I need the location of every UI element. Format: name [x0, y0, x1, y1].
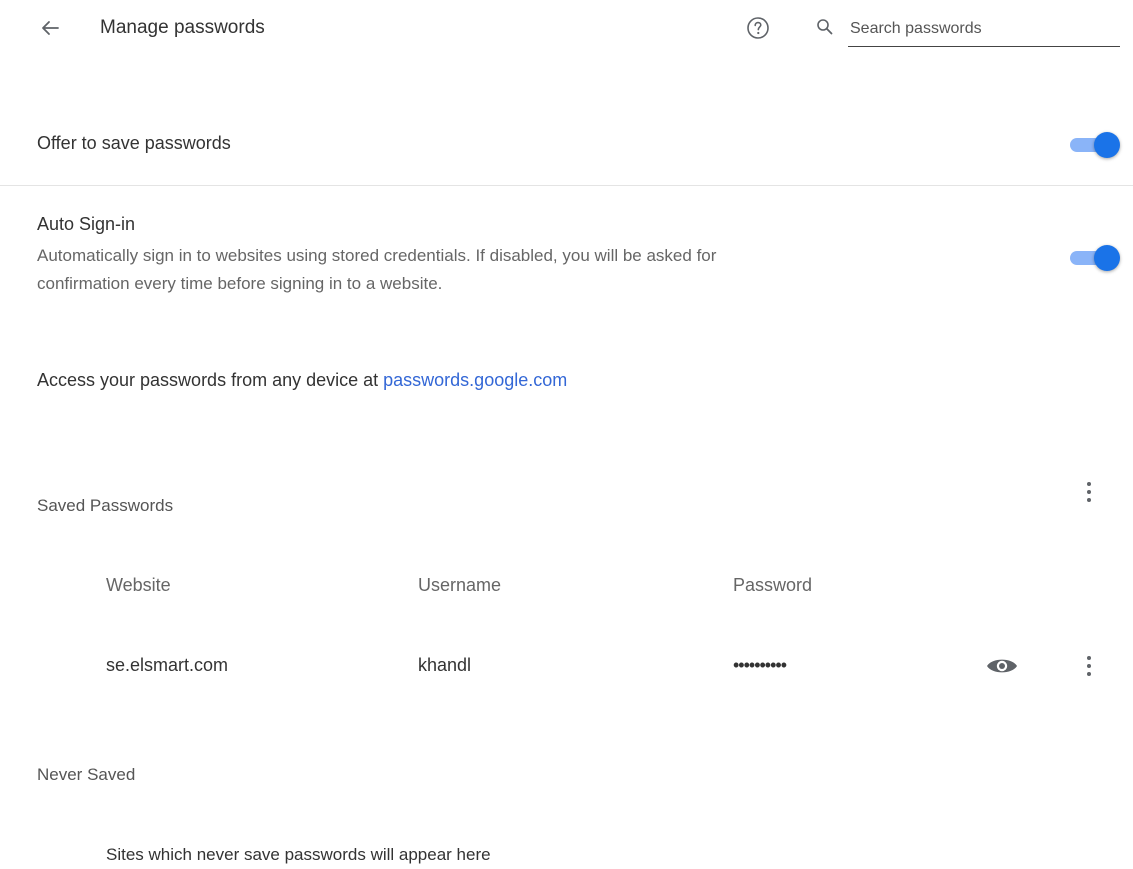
toggle-knob [1094, 245, 1120, 271]
saved-passwords-more-button[interactable] [1077, 478, 1101, 506]
help-circle-icon [747, 17, 769, 39]
never-saved-heading: Never Saved [37, 765, 136, 784]
access-passwords-prefix: Access your passwords from any device at [37, 370, 384, 390]
never-saved-empty-message: Sites which never save passwords will ap… [106, 845, 491, 864]
show-password-button[interactable] [985, 652, 1019, 680]
divider [0, 185, 1133, 186]
eye-icon [987, 659, 1017, 673]
search-input[interactable] [848, 12, 1120, 47]
back-button[interactable] [36, 14, 64, 42]
column-header-password: Password [733, 575, 813, 595]
toggle-knob [1094, 132, 1120, 158]
row-website-link[interactable]: se.elsmart.com [106, 655, 228, 676]
help-button[interactable] [746, 16, 770, 40]
row-username: khandl [418, 655, 472, 675]
auto-signin-description-line2: confirmation every time before signing i… [37, 274, 443, 293]
offer-to-save-label: Offer to save passwords [37, 133, 231, 153]
column-header-username: Username [418, 575, 502, 595]
auto-signin-description-line1: Automatically sign in to websites using … [37, 246, 717, 265]
auto-signin-description: Automatically sign in to websites using … [37, 242, 937, 298]
more-vert-icon [1087, 656, 1091, 676]
row-more-button[interactable] [1077, 652, 1101, 680]
column-header-website: Website [106, 575, 171, 595]
page-title: Manage passwords [100, 17, 265, 38]
saved-passwords-heading: Saved Passwords [37, 496, 174, 515]
offer-to-save-toggle[interactable] [1068, 132, 1120, 158]
auto-signin-label: Auto Sign-in [37, 214, 136, 234]
search-icon [817, 19, 833, 35]
search-box[interactable] [816, 12, 1120, 48]
row-password: •••••••••• [733, 655, 787, 675]
passwords-google-link[interactable]: passwords.google.com [383, 370, 567, 390]
more-vert-icon [1087, 482, 1091, 502]
auto-signin-toggle[interactable] [1068, 245, 1120, 271]
access-passwords-text: Access your passwords from any device at… [37, 370, 567, 391]
arrow-back-icon [42, 21, 59, 35]
